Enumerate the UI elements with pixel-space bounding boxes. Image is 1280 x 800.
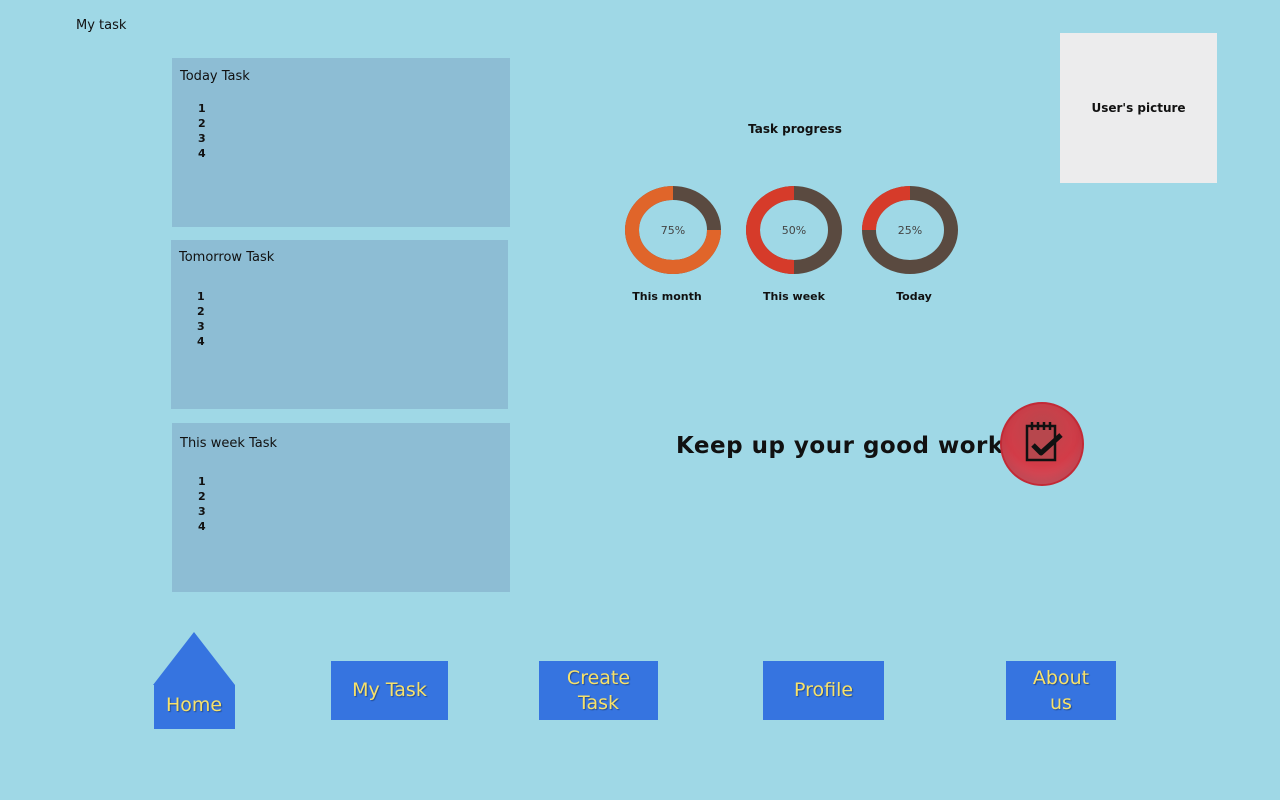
ring-percent: 75% <box>661 224 685 237</box>
task-list: 1 2 3 4 <box>198 474 502 534</box>
user-picture-label: User's picture <box>1091 101 1186 115</box>
progress-ring-today: 25% Today <box>860 186 960 303</box>
task-done-button[interactable] <box>1000 402 1084 486</box>
list-item[interactable]: 2 <box>198 116 502 131</box>
profile-button[interactable]: Profile <box>763 661 884 720</box>
task-list: 1 2 3 4 <box>197 289 500 349</box>
user-picture[interactable]: User's picture <box>1060 33 1217 183</box>
ring-chart: 25% <box>862 186 958 274</box>
about-us-button[interactable]: About us <box>1006 661 1116 720</box>
today-task-panel: Today Task 1 2 3 4 <box>172 58 510 227</box>
this-week-task-panel: This week Task 1 2 3 4 <box>172 423 510 592</box>
clipboard-check-icon <box>1025 422 1063 462</box>
progress-ring-week: 50% This week <box>744 186 844 303</box>
list-item[interactable]: 4 <box>198 519 502 534</box>
list-item[interactable]: 4 <box>198 146 502 161</box>
ring-label: Today <box>896 290 932 303</box>
list-item[interactable]: 3 <box>198 131 502 146</box>
list-item[interactable]: 3 <box>197 319 500 334</box>
list-item[interactable]: 1 <box>198 474 502 489</box>
page-title: My task <box>76 18 127 33</box>
ring-percent: 50% <box>782 224 806 237</box>
ring-chart: 50% <box>746 186 842 274</box>
progress-ring-month: 75% This month <box>623 186 723 303</box>
list-item[interactable]: 2 <box>197 304 500 319</box>
task-list: 1 2 3 4 <box>198 101 502 161</box>
panel-title: Tomorrow Task <box>179 250 275 265</box>
list-item[interactable]: 4 <box>197 334 500 349</box>
home-button[interactable]: Home <box>153 632 235 729</box>
ring-label: This month <box>632 290 702 303</box>
my-task-button[interactable]: My Task <box>331 661 448 720</box>
create-task-button[interactable]: Create Task <box>539 661 658 720</box>
list-item[interactable]: 2 <box>198 489 502 504</box>
ring-label: This week <box>763 290 825 303</box>
home-roof-shape <box>153 632 235 685</box>
tomorrow-task-panel: Tomorrow Task 1 2 3 4 <box>171 240 508 409</box>
list-item[interactable]: 3 <box>198 504 502 519</box>
motivation-message: Keep up your good work! <box>676 433 1015 459</box>
home-button-label: Home <box>165 694 223 716</box>
list-item[interactable]: 1 <box>197 289 500 304</box>
panel-title: Today Task <box>180 69 250 84</box>
ring-chart: 75% <box>625 186 721 274</box>
list-item[interactable]: 1 <box>198 101 502 116</box>
progress-title: Task progress <box>748 122 842 136</box>
panel-title: This week Task <box>180 436 278 451</box>
ring-percent: 25% <box>898 224 922 237</box>
